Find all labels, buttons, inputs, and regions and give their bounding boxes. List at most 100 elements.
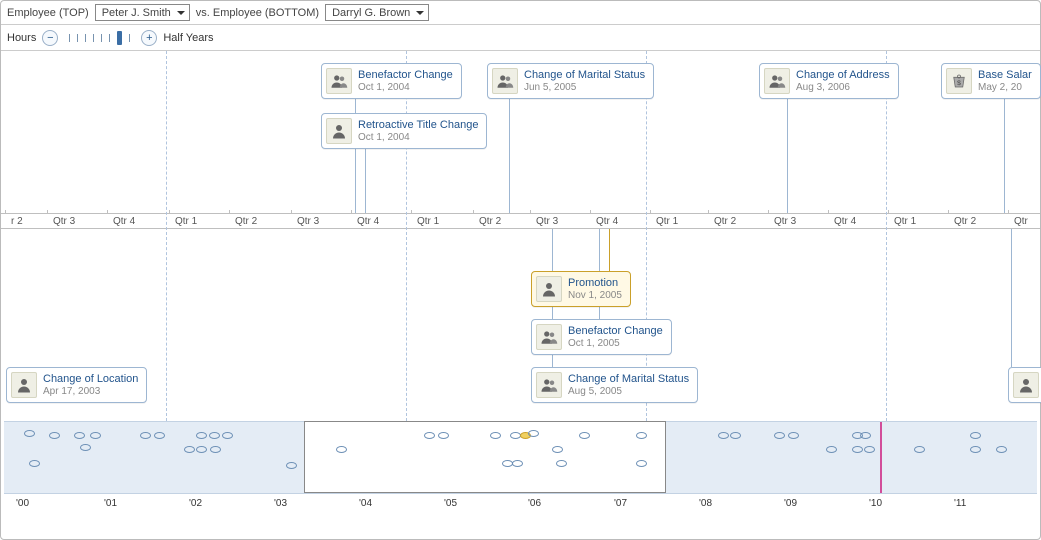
timeline-event[interactable]: Change of AddressAug 3, 2006 xyxy=(759,63,899,99)
event-date: Apr 17, 2003 xyxy=(43,386,138,397)
people-icon xyxy=(326,68,352,94)
money-icon xyxy=(946,68,972,94)
employee-bottom-dropdown[interactable]: Darryl G. Brown xyxy=(325,4,429,21)
overview-year-label: '03 xyxy=(274,498,287,509)
overview-event-dot[interactable] xyxy=(209,432,220,439)
overview-event-dot[interactable] xyxy=(512,460,523,467)
event-date: Oct 1, 2004 xyxy=(358,82,453,93)
employee-bottom-value: Darryl G. Brown xyxy=(332,7,410,19)
overview-event-dot[interactable] xyxy=(336,446,347,453)
chevron-down-icon xyxy=(416,9,424,17)
employee-top-dropdown[interactable]: Peter J. Smith xyxy=(95,4,190,21)
overview-event-dot[interactable] xyxy=(286,462,297,469)
overview-event-dot[interactable] xyxy=(528,430,539,437)
timeline-event[interactable]: Change of Marital StatusAug 5, 2005 xyxy=(531,367,698,403)
event-date: Oct 1, 2004 xyxy=(358,132,478,143)
overview-event-dot[interactable] xyxy=(24,430,35,437)
timeline-event[interactable]: Change of Marital StatusJun 5, 2005 xyxy=(487,63,654,99)
event-title: Change of Marital Status xyxy=(568,373,689,385)
zoom-min-label: Hours xyxy=(7,32,36,44)
overview-event-dot[interactable] xyxy=(914,446,925,453)
overview-event-dot[interactable] xyxy=(438,432,449,439)
overview-event-dot[interactable] xyxy=(730,432,741,439)
overview-event-dot[interactable] xyxy=(490,432,501,439)
overview-event-dot[interactable] xyxy=(80,444,91,451)
overview-event-dot[interactable] xyxy=(970,446,981,453)
axis-quarter-label: Qtr 4 xyxy=(357,216,379,227)
overview-event-dot[interactable] xyxy=(718,432,729,439)
timeline-event[interactable]: Change of LocationApr 17, 2003 xyxy=(6,367,147,403)
people-icon xyxy=(492,68,518,94)
year-gridline xyxy=(406,51,407,421)
event-title: Change of Marital Status xyxy=(524,69,645,81)
zoom-out-button[interactable]: − xyxy=(42,30,58,46)
year-gridline xyxy=(646,51,647,421)
overview-event-dot[interactable] xyxy=(636,432,647,439)
axis-quarter-label: Qtr 3 xyxy=(774,216,796,227)
timeline-canvas[interactable]: r 2Qtr 3Qtr 4Qtr 1Qtr 2Qtr 3Qtr 4Qtr 1Qt… xyxy=(1,51,1040,421)
overview-year-label: '07 xyxy=(614,498,627,509)
axis-quarter-label: Qtr 4 xyxy=(834,216,856,227)
overview-event-dot[interactable] xyxy=(636,460,647,467)
overview-event-dot[interactable] xyxy=(184,446,195,453)
overview-event-dot[interactable] xyxy=(90,432,101,439)
overview-event-dot[interactable] xyxy=(424,432,435,439)
axis-quarter-label: Qtr 4 xyxy=(596,216,618,227)
overview-event-dot[interactable] xyxy=(860,432,871,439)
zoom-slider[interactable] xyxy=(64,30,135,46)
event-title: Benefactor Change xyxy=(568,325,663,337)
overview-event-dot[interactable] xyxy=(29,460,40,467)
event-connector xyxy=(365,147,366,213)
overview-year-label: '01 xyxy=(104,498,117,509)
overview-event-dot[interactable] xyxy=(49,432,60,439)
person-icon xyxy=(326,118,352,144)
axis-quarter-label: Qtr 1 xyxy=(175,216,197,227)
overview-event-dot[interactable] xyxy=(788,432,799,439)
year-gridline xyxy=(886,51,887,421)
event-date: Jun 5, 2005 xyxy=(524,82,645,93)
people-icon xyxy=(764,68,790,94)
event-connector xyxy=(609,229,610,271)
axis-band: r 2Qtr 3Qtr 4Qtr 1Qtr 2Qtr 3Qtr 4Qtr 1Qt… xyxy=(1,213,1040,229)
zoom-in-button[interactable]: + xyxy=(141,30,157,46)
overview-event-dot[interactable] xyxy=(140,432,151,439)
timeline-event[interactable]: PromotionNov 1, 2005 xyxy=(531,271,631,307)
axis-quarter-label: Qtr 1 xyxy=(894,216,916,227)
event-title: Base Salar xyxy=(978,69,1032,81)
overview-visible-window[interactable] xyxy=(304,421,666,493)
overview-event-dot[interactable] xyxy=(552,446,563,453)
event-title: Promotion xyxy=(568,277,622,289)
overview-strip[interactable]: '00'01'02'03'04'05'06'07'08'09'10'11 xyxy=(4,421,1037,511)
event-connector xyxy=(1004,97,1005,213)
overview-event-dot[interactable] xyxy=(154,432,165,439)
event-title: Change of Location xyxy=(43,373,138,385)
timeline-event[interactable]: Base SalarMay 2, 20 xyxy=(941,63,1041,99)
overview-event-dot[interactable] xyxy=(970,432,981,439)
overview-event-dot[interactable] xyxy=(826,446,837,453)
vs-label: vs. Employee (BOTTOM) xyxy=(196,7,319,19)
overview-event-dot[interactable] xyxy=(852,446,863,453)
overview-event-dot[interactable] xyxy=(210,446,221,453)
overview-event-dot[interactable] xyxy=(196,446,207,453)
overview-event-dot[interactable] xyxy=(774,432,785,439)
zoom-max-label: Half Years xyxy=(163,32,213,44)
axis-quarter-label: Qtr xyxy=(1014,216,1028,227)
overview-event-dot[interactable] xyxy=(996,446,1007,453)
employee-top-value: Peter J. Smith xyxy=(102,7,171,19)
overview-event-dot[interactable] xyxy=(196,432,207,439)
timeline-event[interactable]: Benefactor ChangeOct 1, 2005 xyxy=(531,319,672,355)
axis-quarter-label: Qtr 2 xyxy=(954,216,976,227)
event-date: May 2, 20 xyxy=(978,82,1032,93)
people-icon xyxy=(536,372,562,398)
timeline-event[interactable]: Benefactor ChangeOct 1, 2004 xyxy=(321,63,462,99)
timeline-event[interactable]: EJ xyxy=(1008,367,1041,403)
overview-event-dot[interactable] xyxy=(74,432,85,439)
timeline-event[interactable]: Retroactive Title ChangeOct 1, 2004 xyxy=(321,113,487,149)
overview-year-label: '06 xyxy=(528,498,541,509)
overview-event-dot[interactable] xyxy=(864,446,875,453)
axis-quarter-label: Qtr 1 xyxy=(656,216,678,227)
overview-event-dot[interactable] xyxy=(222,432,233,439)
event-connector xyxy=(509,97,510,213)
overview-event-dot[interactable] xyxy=(556,460,567,467)
overview-event-dot[interactable] xyxy=(579,432,590,439)
